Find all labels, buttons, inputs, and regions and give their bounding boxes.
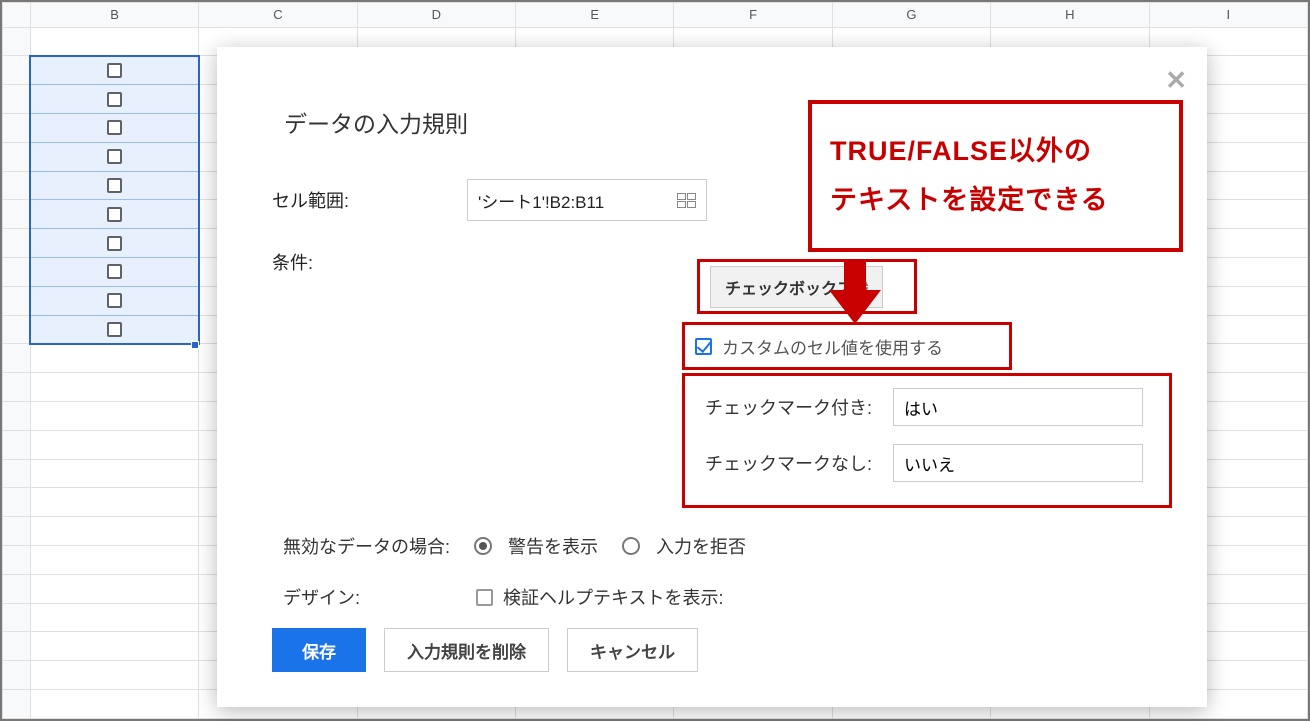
save-button[interactable]: 保存 — [272, 628, 366, 672]
cell-range-value: 'シート1'!B2:B11 — [478, 188, 604, 213]
cell-b[interactable] — [30, 258, 198, 287]
cell-b[interactable] — [30, 200, 198, 229]
cell-b[interactable] — [30, 85, 198, 114]
close-button[interactable]: ✕ — [1165, 65, 1187, 96]
checkbox-icon[interactable] — [107, 207, 122, 222]
reject-input-label: 入力を拒否 — [656, 533, 746, 559]
column-header-row[interactable]: B C D E F G H I — [3, 3, 1308, 28]
reject-input-radio[interactable] — [622, 537, 640, 555]
annotation-line2: テキストを設定できる — [830, 176, 1169, 225]
annotation-arrow-icon — [832, 262, 878, 324]
checkbox-icon[interactable] — [107, 120, 122, 135]
cell-b[interactable] — [30, 142, 198, 171]
unchecked-label: チェックマークなし: — [705, 450, 893, 476]
delete-rule-button[interactable]: 入力規則を削除 — [384, 628, 549, 672]
show-help-text-label: 検証ヘルプテキストを表示: — [503, 584, 723, 610]
cell-b[interactable] — [30, 171, 198, 200]
cell-b[interactable] — [30, 286, 198, 315]
show-warning-radio[interactable] — [474, 537, 492, 555]
checkbox-icon[interactable] — [107, 236, 122, 251]
custom-value-fields-highlight: チェックマーク付き: チェックマークなし: — [682, 373, 1172, 508]
cell-b[interactable] — [30, 114, 198, 143]
checkbox-icon[interactable] — [107, 149, 122, 164]
cell-range-label: セル範囲: — [272, 187, 467, 213]
column-header[interactable]: D — [357, 3, 515, 28]
column-header[interactable]: F — [674, 3, 832, 28]
checked-label: チェックマーク付き: — [705, 394, 893, 420]
column-header[interactable]: I — [1149, 3, 1307, 28]
cell-b2[interactable] — [30, 56, 198, 85]
cancel-button[interactable]: キャンセル — [567, 628, 698, 672]
show-help-text-checkbox[interactable] — [476, 589, 493, 606]
checkbox-icon[interactable] — [107, 322, 122, 337]
cell-range-input[interactable]: 'シート1'!B2:B11 — [467, 179, 707, 221]
design-label: デザイン: — [283, 584, 360, 610]
range-picker-icon[interactable] — [677, 193, 696, 208]
checkbox-icon[interactable] — [107, 293, 122, 308]
unchecked-value-input[interactable] — [893, 444, 1143, 482]
column-header[interactable]: G — [832, 3, 990, 28]
condition-label: 条件: — [272, 249, 467, 275]
column-header[interactable]: E — [516, 3, 674, 28]
checkbox-icon[interactable] — [107, 92, 122, 107]
show-warning-label: 警告を表示 — [508, 533, 598, 559]
checkbox-icon[interactable] — [107, 63, 122, 78]
annotation-line1: TRUE/FALSE以外の — [830, 127, 1169, 176]
annotation-callout: TRUE/FALSE以外の テキストを設定できる — [808, 100, 1183, 252]
custom-value-checkbox[interactable] — [695, 338, 712, 355]
invalid-data-label: 無効なデータの場合: — [283, 533, 450, 559]
column-header[interactable]: C — [199, 3, 357, 28]
custom-value-label: カスタムのセル値を使用する — [722, 334, 943, 359]
checkbox-icon[interactable] — [107, 178, 122, 193]
checked-value-input[interactable] — [893, 388, 1143, 426]
condition-highlight: チェックボックス ▲▼ — [697, 259, 917, 314]
cell-b11[interactable] — [30, 315, 198, 344]
row-header[interactable] — [3, 27, 31, 56]
column-header[interactable]: B — [30, 3, 198, 28]
cell-b[interactable] — [30, 229, 198, 258]
column-header[interactable]: H — [991, 3, 1149, 28]
selection-handle[interactable] — [191, 341, 199, 349]
custom-value-highlight: カスタムのセル値を使用する — [682, 322, 1012, 370]
checkbox-icon[interactable] — [107, 264, 122, 279]
